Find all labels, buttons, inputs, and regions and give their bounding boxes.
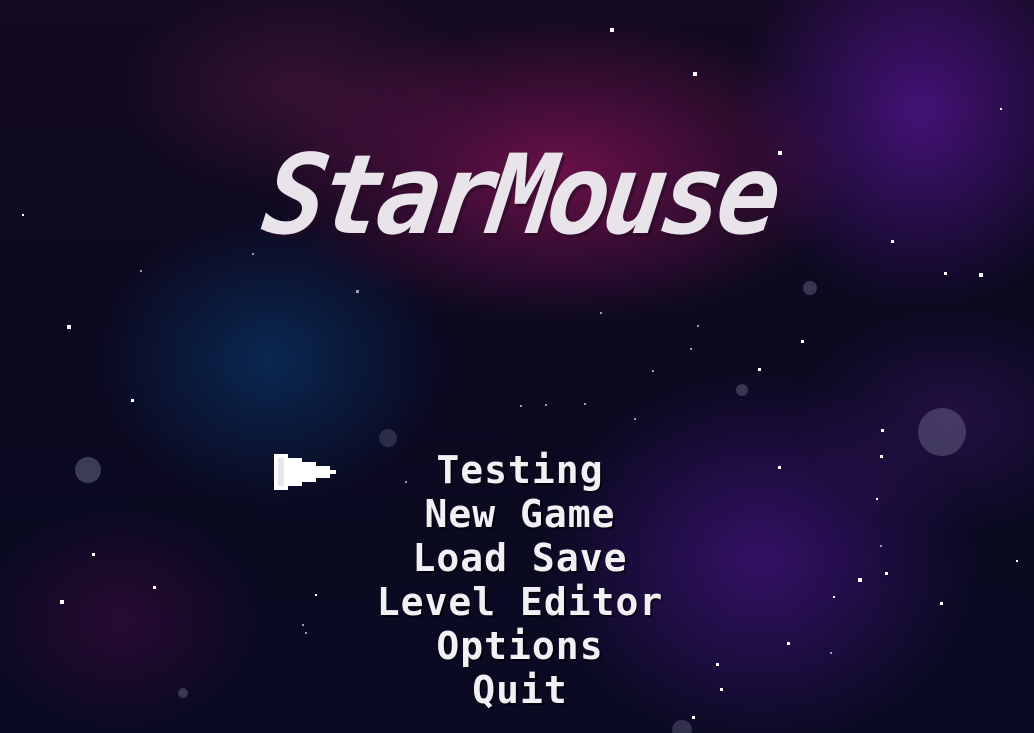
star: [979, 273, 983, 277]
star: [634, 418, 636, 420]
star: [1016, 560, 1018, 562]
star: [801, 340, 804, 343]
star: [1000, 108, 1002, 110]
star: [693, 72, 697, 76]
star: [600, 312, 602, 314]
star: [716, 663, 719, 666]
menu-item-level-editor[interactable]: Level Editor: [340, 580, 700, 624]
nebula-orb: [75, 457, 101, 483]
game-title-logo: StarMouse: [256, 130, 784, 260]
star: [881, 429, 884, 432]
star: [356, 290, 359, 293]
nebula-orb: [736, 384, 748, 396]
star: [520, 405, 522, 407]
star: [885, 572, 888, 575]
star: [302, 624, 304, 626]
nebula-orb: [379, 429, 397, 447]
menu-item-load-save[interactable]: Load Save: [340, 536, 700, 580]
star: [545, 404, 547, 406]
star: [858, 578, 862, 582]
star: [692, 716, 695, 719]
star: [584, 403, 586, 405]
star: [697, 325, 699, 327]
star: [758, 368, 761, 371]
star: [880, 455, 883, 458]
star: [305, 632, 307, 634]
nebula-orb: [803, 281, 817, 295]
nebula-orb: [672, 720, 692, 733]
star: [720, 688, 723, 691]
star: [833, 596, 835, 598]
star: [880, 545, 882, 547]
nebula-orb: [918, 408, 966, 456]
main-menu: Testing New Game Load Save Level Editor …: [340, 448, 700, 712]
star: [652, 370, 654, 372]
star: [876, 498, 878, 500]
star: [940, 602, 943, 605]
star: [140, 270, 142, 272]
star: [610, 28, 614, 32]
star: [67, 325, 71, 329]
star: [778, 466, 781, 469]
menu-item-new-game[interactable]: New Game: [340, 492, 700, 536]
arrow-pointer-icon: [274, 454, 336, 490]
menu-item-quit[interactable]: Quit: [340, 668, 700, 712]
star: [131, 399, 134, 402]
star: [690, 348, 692, 350]
menu-item-testing[interactable]: Testing: [340, 448, 700, 492]
star: [153, 586, 156, 589]
star: [22, 214, 24, 216]
star: [944, 272, 947, 275]
star: [830, 652, 832, 654]
star: [315, 594, 317, 596]
star: [60, 600, 64, 604]
star: [891, 240, 894, 243]
nebula-orb: [178, 688, 188, 698]
star: [787, 642, 790, 645]
star: [92, 553, 95, 556]
title-screen: StarMouse Testing New Game Load Save Lev…: [0, 0, 1034, 733]
menu-item-options[interactable]: Options: [340, 624, 700, 668]
